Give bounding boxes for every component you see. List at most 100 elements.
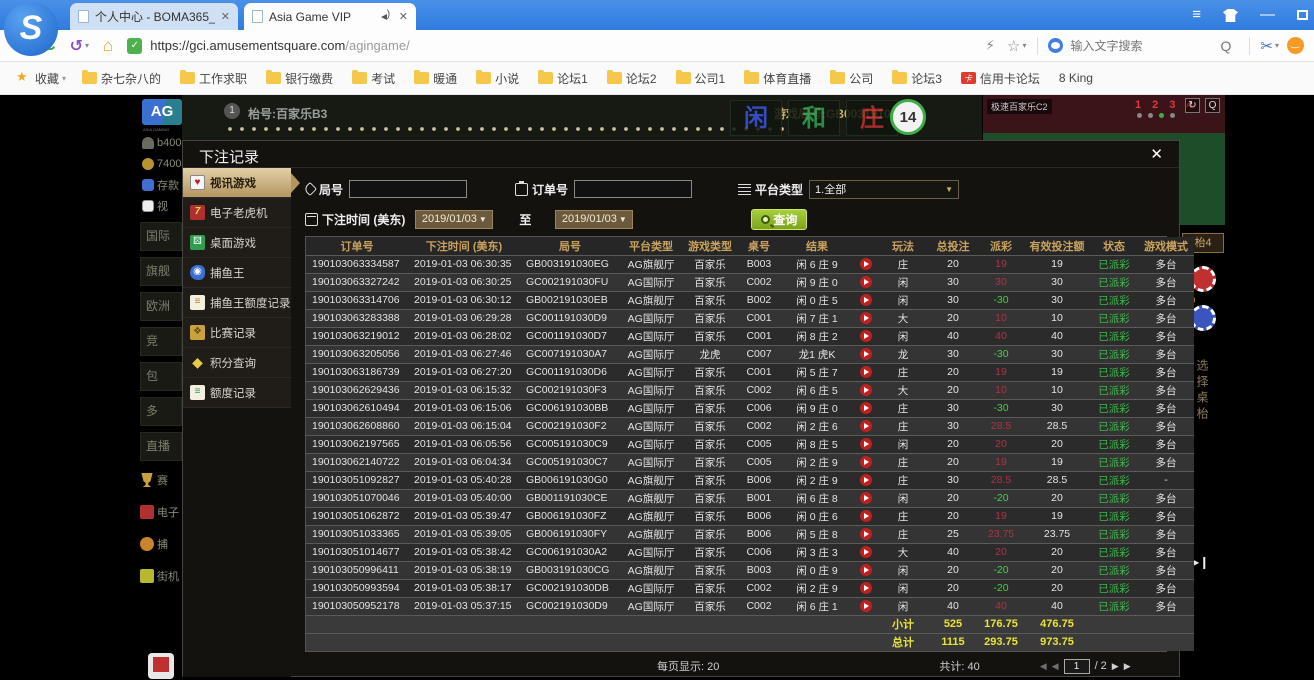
replay-play-icon[interactable]	[860, 312, 872, 325]
replay-play-icon[interactable]	[860, 456, 872, 469]
bookmark-item[interactable]: 信用卡论坛	[960, 70, 1043, 87]
web-search-input[interactable]	[1070, 38, 1221, 53]
game-menu-item[interactable]: 竞	[140, 327, 182, 356]
replay-play-icon[interactable]	[860, 366, 872, 379]
sidebar-item[interactable]: ≡ 额度记录	[183, 378, 291, 408]
bookmark-item[interactable]: 小说	[476, 70, 522, 87]
replay-play-icon[interactable]	[860, 582, 872, 595]
sidebar-item-label: 视讯游戏	[210, 177, 256, 190]
undo-icon[interactable]: ↺	[70, 36, 83, 56]
game-menu-item[interactable]: 赛	[140, 467, 182, 493]
table-select-vertical-label[interactable]: 选择桌枱	[1194, 359, 1211, 423]
sidebar-item[interactable]: ♥ 视讯游戏	[183, 168, 300, 198]
replay-play-icon[interactable]	[860, 348, 872, 361]
replay-play-icon[interactable]	[860, 474, 872, 487]
mobile-app-thumbnail[interactable]	[148, 653, 174, 679]
first-page-icon[interactable]: ◀	[1040, 661, 1047, 672]
bookmark-item[interactable]: 体育直播	[744, 70, 814, 87]
game-menu-item[interactable]: 欧洲	[140, 292, 182, 321]
skin-icon[interactable]	[1223, 9, 1238, 22]
last-page-icon[interactable]: ▶	[1124, 661, 1131, 672]
cell-result: 闲 2 庄 9	[780, 579, 854, 597]
cell-order: 190103050952178	[306, 597, 408, 615]
maximize-icon[interactable]	[1297, 10, 1308, 20]
ssl-shield-icon[interactable]: ✓	[127, 37, 143, 54]
bet-tie-button[interactable]: 和	[788, 100, 840, 136]
tab-close-icon[interactable]: ✕	[399, 10, 408, 23]
undo-caret-icon[interactable]: ▾	[85, 41, 89, 50]
menu-icon[interactable]: ≡	[1192, 6, 1201, 23]
date-to-picker[interactable]: 2019/01/03 ▼	[555, 209, 634, 229]
game-menu-item[interactable]: 捕	[140, 531, 182, 557]
page-number-input[interactable]	[1063, 658, 1090, 674]
replay-play-icon[interactable]	[860, 420, 872, 433]
replay-play-icon[interactable]	[860, 438, 872, 451]
game-menu-item[interactable]: 街机	[140, 563, 182, 589]
bookmark-item[interactable]: 论坛2	[606, 70, 660, 87]
minimize-icon[interactable]: —	[1260, 6, 1275, 23]
account-smiley-icon[interactable]	[1287, 37, 1304, 54]
date-from-picker[interactable]: 2019/01/03 ▼	[415, 209, 494, 229]
flash-icon[interactable]: ⚡	[985, 37, 995, 54]
prev-page-icon[interactable]: ◀	[1052, 661, 1059, 672]
home-icon[interactable]: ⌂	[103, 36, 113, 56]
sidebar-item[interactable]: ⚄ 桌面游戏	[183, 228, 291, 258]
replay-play-icon[interactable]	[860, 564, 872, 577]
replay-play-icon[interactable]	[860, 492, 872, 505]
favorite-star-icon[interactable]: ☆	[1007, 37, 1020, 55]
bookmark-item[interactable]: 公司1	[675, 70, 729, 87]
order-number-input[interactable]	[574, 180, 693, 198]
bet-player-button[interactable]: 闲	[730, 100, 782, 136]
cell-platform: AG旗舰厅	[620, 561, 682, 579]
sidebar-item[interactable]: ❖ 比赛记录	[183, 318, 291, 348]
replay-play-icon[interactable]	[860, 510, 872, 523]
video-refresh-icon[interactable]: ↻	[1185, 98, 1200, 113]
sidebar-item[interactable]: ◆ 积分查询	[183, 348, 291, 378]
close-icon[interactable]: ✕	[1150, 145, 1163, 163]
sidebar-item[interactable]: ◉ 捕鱼王	[183, 258, 291, 288]
bookmark-item[interactable]: 银行缴费	[266, 70, 336, 87]
game-menu-item[interactable]: 电子	[140, 499, 182, 525]
favorite-caret-icon[interactable]: ▾	[1023, 41, 1027, 50]
replay-play-icon[interactable]	[860, 402, 872, 415]
query-button[interactable]: 查询	[751, 208, 808, 230]
screenshot-scissors-icon[interactable]: ✂	[1260, 37, 1273, 55]
bookmark-item[interactable]: 杂七杂八的	[82, 70, 164, 87]
round-number-input[interactable]	[349, 180, 468, 198]
bookmark-item[interactable]: 收藏 ▾	[16, 69, 66, 87]
browser-tab-1[interactable]: 个人中心 - BOMA365_ ✕	[70, 3, 238, 30]
next-page-icon[interactable]: ▶	[1112, 661, 1119, 672]
search-icon[interactable]: Q	[1221, 38, 1232, 54]
bookmark-item[interactable]: 工作求职	[180, 70, 250, 87]
game-menu-item[interactable]: 国际	[140, 222, 182, 251]
bookmark-item[interactable]: 论坛1	[538, 70, 591, 87]
sidebar-item[interactable]: ≡ 捕鱼王额度记录	[183, 288, 291, 318]
sidebar-item[interactable]: 7 电子老虎机	[183, 198, 291, 228]
game-menu-item[interactable]: 旗舰	[140, 257, 182, 286]
baidu-paw-icon[interactable]	[1047, 38, 1063, 53]
url-field[interactable]: ✓ https://gci.amusementsquare.com /aging…	[127, 34, 827, 58]
tab-close-icon[interactable]: ✕	[221, 10, 230, 23]
platform-select[interactable]: 1.全部 ▼	[809, 179, 960, 199]
bookmark-item[interactable]: 考试	[352, 70, 398, 87]
game-menu-item[interactable]: 多	[140, 397, 182, 426]
replay-play-icon[interactable]	[860, 258, 872, 271]
bookmark-item[interactable]: 暖通	[414, 70, 460, 87]
bookmark-item[interactable]: 8 King	[1059, 71, 1096, 85]
scissors-caret-icon[interactable]: ▾	[1275, 41, 1279, 50]
replay-play-icon[interactable]	[860, 294, 872, 307]
game-menu-item[interactable]: 直播	[140, 432, 182, 461]
replay-play-icon[interactable]	[860, 528, 872, 541]
video-zoom-icon[interactable]: Q	[1205, 98, 1220, 113]
game-menu-item[interactable]: 包	[140, 362, 182, 391]
replay-play-icon[interactable]	[860, 384, 872, 397]
bookmark-item[interactable]: 论坛3	[892, 70, 945, 87]
tab-audio-icon[interactable]	[380, 9, 393, 22]
replay-play-icon[interactable]	[860, 600, 872, 613]
browser-tab-2-active[interactable]: Asia Game VIP ✕	[244, 3, 416, 30]
replay-play-icon[interactable]	[860, 276, 872, 289]
bookmark-item[interactable]: 公司	[830, 70, 876, 87]
replay-play-icon[interactable]	[860, 546, 872, 559]
sogou-browser-logo[interactable]: S	[4, 2, 58, 56]
replay-play-icon[interactable]	[860, 330, 872, 343]
